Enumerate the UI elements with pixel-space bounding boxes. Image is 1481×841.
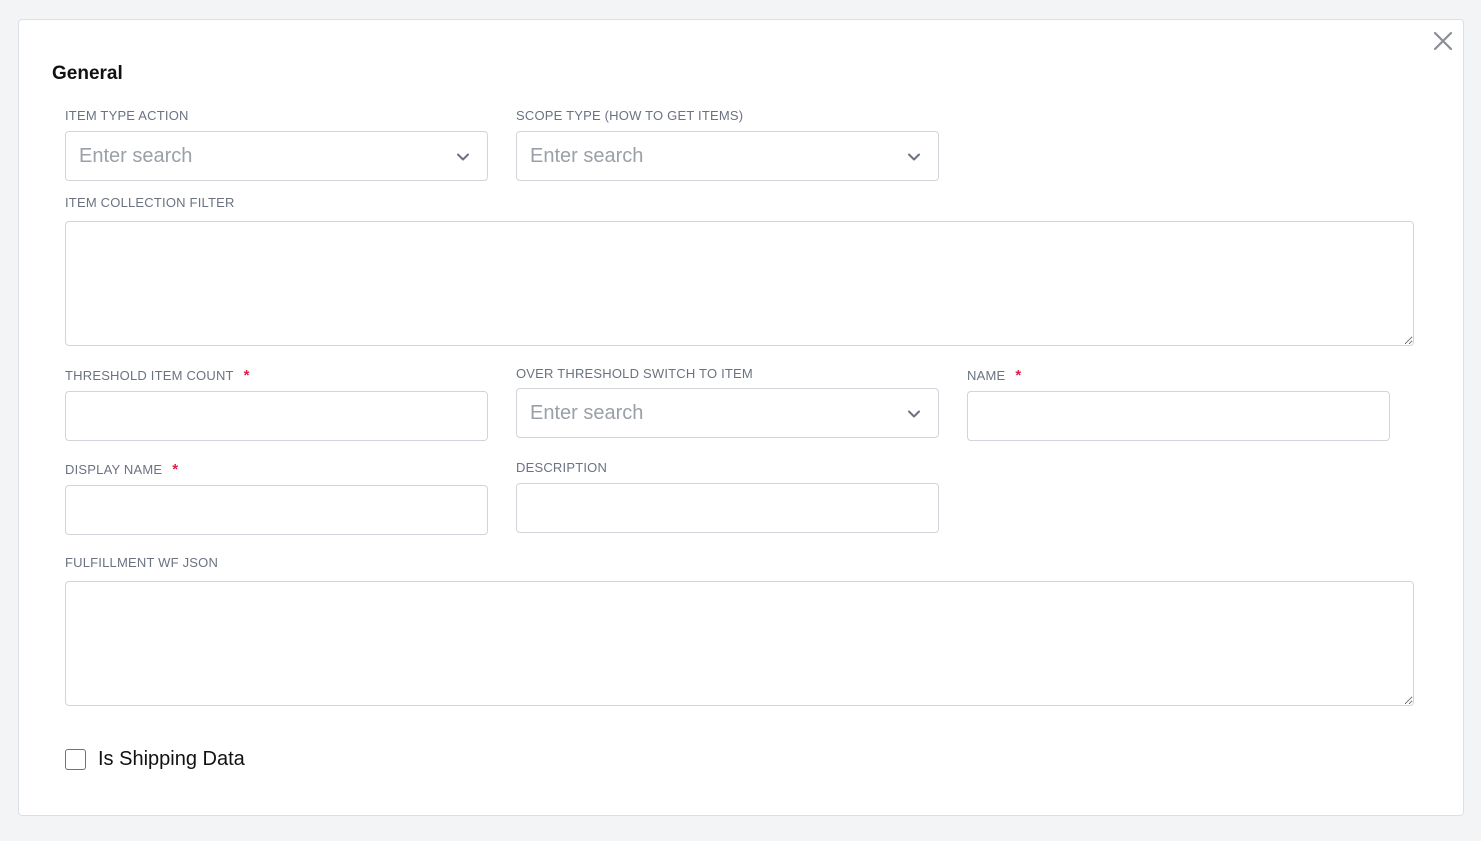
item-collection-filter-textarea[interactable]	[65, 221, 1414, 346]
required-asterisk: *	[1015, 367, 1022, 384]
item-type-action-select[interactable]	[65, 131, 488, 181]
description-input[interactable]	[516, 483, 939, 533]
fulfillment-wf-json-label: FULFILLMENT WF JSON	[65, 555, 219, 570]
is-shipping-data-checkbox[interactable]	[65, 748, 86, 770]
scope-type-select[interactable]	[516, 131, 939, 181]
form-card: General ITEM TYPE ACTION SCOPE TYPE (HOW…	[18, 19, 1464, 816]
is-shipping-data-label: Is Shipping Data	[98, 747, 245, 770]
over-threshold-switch-select[interactable]	[516, 388, 939, 438]
required-asterisk: *	[172, 461, 179, 478]
name-label-text: NAME	[967, 368, 1006, 383]
required-asterisk: *	[243, 367, 250, 384]
item-type-action-search-input[interactable]	[79, 132, 439, 180]
display-name-label: DISPLAY NAME *	[65, 461, 178, 478]
name-label: NAME *	[967, 367, 1021, 384]
display-name-input[interactable]	[65, 485, 488, 535]
description-label: DESCRIPTION	[516, 460, 608, 475]
over-threshold-switch-search-input[interactable]	[530, 389, 890, 437]
name-input[interactable]	[967, 391, 1390, 441]
close-button[interactable]	[1432, 30, 1454, 52]
chevron-down-icon	[908, 153, 920, 161]
chevron-down-icon	[457, 153, 469, 161]
scope-type-search-input[interactable]	[530, 132, 890, 180]
fulfillment-wf-json-textarea[interactable]	[65, 581, 1414, 706]
close-icon	[1433, 31, 1453, 51]
threshold-item-count-label: THRESHOLD ITEM COUNT *	[65, 367, 250, 384]
is-shipping-data-row[interactable]: Is Shipping Data	[65, 747, 245, 771]
threshold-item-count-input[interactable]	[65, 391, 488, 441]
scope-type-label: SCOPE TYPE (HOW TO GET ITEMS)	[516, 108, 744, 123]
over-threshold-switch-label: OVER THRESHOLD SWITCH TO ITEM	[516, 366, 753, 381]
item-type-action-label: ITEM TYPE ACTION	[65, 108, 189, 123]
chevron-down-icon	[908, 410, 920, 418]
display-name-label-text: DISPLAY NAME	[65, 462, 163, 477]
item-collection-filter-label: ITEM COLLECTION FILTER	[65, 195, 235, 210]
section-title: General	[52, 63, 123, 84]
threshold-item-count-label-text: THRESHOLD ITEM COUNT	[65, 368, 234, 383]
